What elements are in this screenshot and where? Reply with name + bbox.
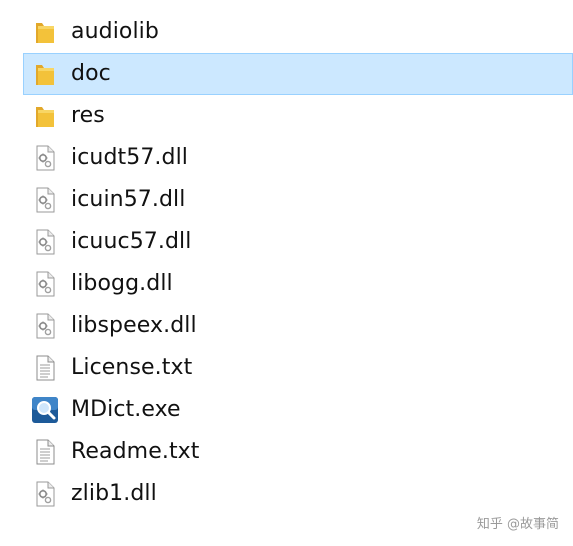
folder-icon (32, 59, 58, 89)
file-row-mdict-exe[interactable]: MDict.exe (0, 389, 573, 431)
file-row-libspeex-dll[interactable]: libspeex.dll (0, 305, 573, 347)
file-name: zlib1.dll (71, 481, 157, 506)
file-row-license-txt[interactable]: License.txt (0, 347, 573, 389)
file-name: License.txt (71, 355, 193, 380)
file-name: libspeex.dll (71, 313, 197, 338)
dll-settings-icon (32, 227, 58, 257)
file-name: icudt57.dll (71, 145, 189, 170)
file-row-icudt57-dll[interactable]: icudt57.dll (0, 137, 573, 179)
file-list: audiolib doc res icudt57.dll icuin57.dll icuu… (0, 11, 573, 515)
mdict-app-icon (32, 395, 58, 425)
text-document-icon (32, 437, 58, 467)
file-row-readme-txt[interactable]: Readme.txt (0, 431, 573, 473)
file-name: libogg.dll (71, 271, 173, 296)
file-row-libogg-dll[interactable]: libogg.dll (0, 263, 573, 305)
file-name: MDict.exe (71, 397, 181, 422)
dll-settings-icon (32, 479, 58, 509)
file-row-audiolib[interactable]: audiolib (0, 11, 573, 53)
dll-settings-icon (32, 311, 58, 341)
dll-settings-icon (32, 269, 58, 299)
dll-settings-icon (32, 185, 58, 215)
file-name: icuuc57.dll (71, 229, 192, 254)
text-document-icon (32, 353, 58, 383)
file-row-zlib1-dll[interactable]: zlib1.dll (0, 473, 573, 515)
dll-settings-icon (32, 143, 58, 173)
file-row-icuuc57-dll[interactable]: icuuc57.dll (0, 221, 573, 263)
folder-icon (32, 17, 58, 47)
watermark: 知乎 @故事简 (477, 513, 559, 532)
file-row-doc[interactable]: doc (0, 53, 573, 95)
file-row-res[interactable]: res (0, 95, 573, 137)
file-name: Readme.txt (71, 439, 200, 464)
file-name: res (71, 103, 105, 128)
file-name: icuin57.dll (71, 187, 186, 212)
file-row-icuin57-dll[interactable]: icuin57.dll (0, 179, 573, 221)
file-name: audiolib (71, 19, 159, 44)
file-name: doc (71, 61, 111, 86)
watermark-text: 知乎 @故事简 (476, 517, 559, 532)
folder-icon (32, 101, 58, 131)
